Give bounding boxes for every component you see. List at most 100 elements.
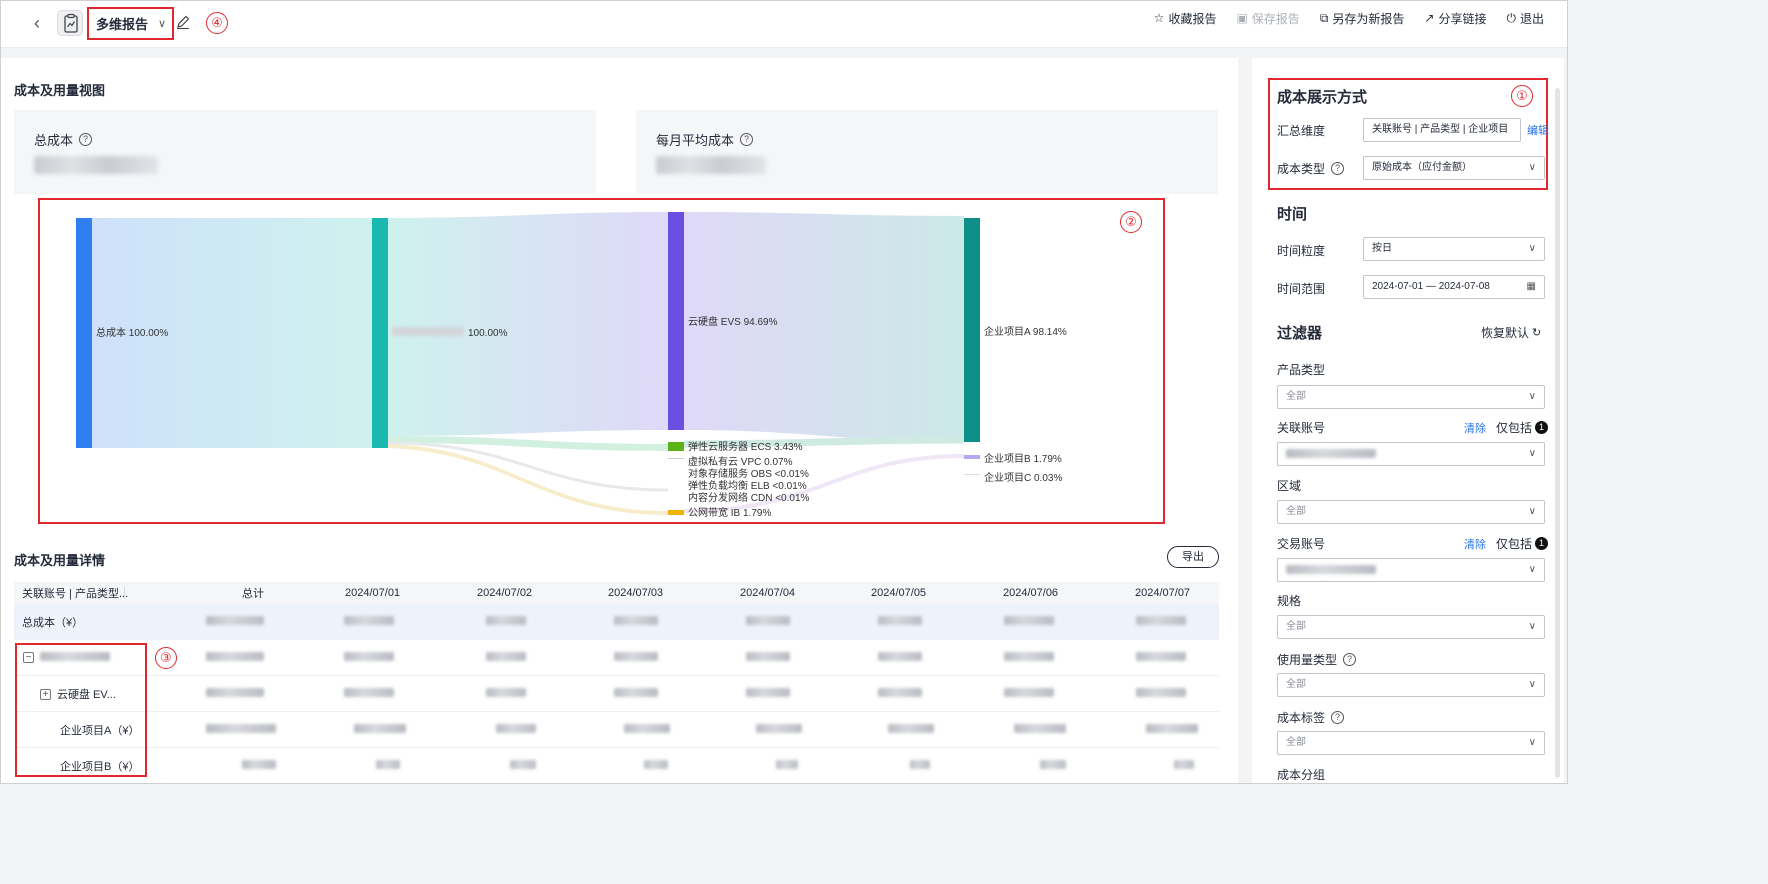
calendar-icon: ▦ — [1526, 281, 1536, 292]
sankey-node-ecs[interactable] — [668, 442, 684, 451]
region-select[interactable]: 全部 ∨ — [1277, 500, 1545, 524]
share-link-label: 分享链接 — [1438, 11, 1487, 26]
sankey-label-total: 总成本 100.00% — [96, 326, 168, 339]
sankey-label-vpc: 虚拟私有云 VPC 0.07% — [688, 455, 793, 468]
help-icon[interactable]: ? — [1331, 162, 1345, 175]
sankey-svg: 总成本 100.00% 100.00% 云硬盘 EVS 94.69% 弹性云服务… — [76, 212, 1067, 519]
table-header-day-7[interactable]: 2024/07/07 — [1135, 587, 1190, 599]
count-badge: 1 — [1535, 421, 1549, 434]
table-header-total[interactable]: 总计 — [242, 585, 264, 601]
callout-3: ③ — [155, 647, 177, 669]
sankey-node-evs[interactable] — [668, 212, 684, 430]
cost-display-title: 成本展示方式 — [1277, 89, 1368, 106]
redacted-value — [746, 615, 790, 628]
trade-account-only-include[interactable]: 仅包括 1 — [1496, 535, 1549, 552]
redacted-value — [1014, 723, 1066, 736]
exit-button[interactable]: ⏻ 退出 — [1506, 9, 1544, 27]
sankey-label-evs: 云硬盘 EVS 94.69% — [688, 315, 778, 328]
cost-type-label-wrap: 成本类型 ? — [1277, 160, 1345, 177]
help-icon[interactable]: ? — [1331, 711, 1345, 724]
spec-value: 全部 — [1286, 621, 1306, 632]
trade-account-select[interactable]: ∨ — [1277, 558, 1545, 582]
share-link-button[interactable]: ↗ 分享链接 — [1424, 9, 1486, 27]
count-badge: 1 — [1535, 537, 1549, 550]
sankey-node-vpc[interactable] — [668, 458, 684, 459]
save-icon: ▣ — [1236, 11, 1248, 25]
row-label-total-cost: 总成本（¥） — [22, 616, 84, 629]
sankey-node-projA[interactable] — [964, 218, 980, 442]
redacted-value — [344, 687, 394, 700]
redacted-value — [354, 723, 406, 736]
cost-type-value: 原始成本（应付金额） — [1372, 162, 1472, 173]
granularity-select[interactable]: 按日 ∨ — [1363, 237, 1545, 261]
product-type-label: 产品类型 — [1277, 363, 1326, 377]
linked-account-clear-link[interactable]: 清除 — [1464, 420, 1486, 436]
restore-default-button[interactable]: 恢复默认 ↻ — [1481, 324, 1541, 341]
linked-account-select[interactable]: ∨ — [1277, 442, 1545, 466]
chevron-down-icon: ∨ — [158, 18, 167, 30]
chevron-down-icon: ∨ — [1528, 506, 1536, 517]
redacted-value — [1136, 687, 1186, 700]
view-title: 成本及用量视图 — [14, 83, 106, 98]
favorite-report-button[interactable]: ☆ 收藏报告 — [1154, 9, 1217, 27]
linked-account-only-include[interactable]: 仅包括 1 — [1496, 419, 1549, 436]
table-header-day-4[interactable]: 2024/07/04 — [740, 587, 795, 599]
save-as-new-report-button[interactable]: ⧉ 另存为新报告 — [1320, 9, 1405, 27]
table-header-day-6[interactable]: 2024/07/06 — [1003, 587, 1058, 599]
help-icon[interactable]: ? — [740, 133, 754, 146]
kpi-monthly-avg-label: 每月平均成本 — [656, 133, 735, 148]
table-header-day-5[interactable]: 2024/07/05 — [871, 587, 926, 599]
redacted-value — [1004, 651, 1054, 664]
sankey-node-account[interactable] — [372, 218, 388, 448]
redacted-value — [376, 759, 400, 772]
detail-table: 关联账号 | 产品类型... 总计 2024/07/01 2024/07/02 … — [14, 582, 1219, 784]
trade-account-clear-link[interactable]: 清除 — [1464, 536, 1486, 552]
sankey-node-projB[interactable] — [964, 455, 980, 459]
export-button[interactable]: 导出 — [1167, 546, 1219, 568]
summary-dim-field[interactable]: 关联账号 | 产品类型 | 企业项目 — [1363, 118, 1521, 142]
time-range-picker[interactable]: 2024-07-01 — 2024-07-08 ▦ — [1363, 275, 1545, 299]
redacted-value — [242, 759, 276, 772]
chevron-down-icon: ∨ — [1528, 448, 1536, 459]
sankey-diagram: 总成本 100.00% 100.00% 云硬盘 EVS 94.69% 弹性云服务… — [38, 198, 1165, 524]
save-report-button[interactable]: ▣ 保存报告 — [1236, 9, 1299, 27]
report-title-dropdown[interactable]: 多维报告 ∨ — [87, 7, 174, 40]
summary-dim-label: 汇总维度 — [1277, 124, 1326, 138]
chevron-down-icon: ∨ — [1528, 679, 1536, 690]
table-header-day-1[interactable]: 2024/07/01 — [345, 587, 400, 599]
help-icon[interactable]: ? — [79, 133, 93, 146]
table-header-day-3[interactable]: 2024/07/03 — [608, 587, 663, 599]
only-include-label: 仅包括 — [1496, 421, 1533, 435]
table-row: + 云硬盘 EV... — [14, 676, 1219, 712]
cost-type-select[interactable]: 原始成本（应付金额） ∨ — [1363, 156, 1545, 180]
highlight-box-table-rows — [15, 643, 147, 777]
chevron-down-icon: ∨ — [1528, 391, 1536, 402]
linked-account-value-redacted — [1286, 448, 1376, 458]
product-type-value: 全部 — [1286, 391, 1306, 402]
back-chevron-icon[interactable]: ‹ — [28, 12, 46, 34]
redacted-value — [1004, 615, 1054, 628]
sankey-node-total[interactable] — [76, 218, 92, 448]
save-as-new-report-label: 另存为新报告 — [1332, 11, 1405, 26]
sankey-node-ib[interactable] — [668, 510, 684, 515]
redacted-value — [496, 723, 536, 736]
edit-pencil-icon[interactable] — [174, 13, 192, 31]
redacted-value — [746, 687, 790, 700]
edit-dimension-link[interactable]: 编辑 — [1527, 122, 1549, 138]
product-type-select[interactable]: 全部 ∨ — [1277, 385, 1545, 409]
spec-select[interactable]: 全部 ∨ — [1277, 615, 1545, 639]
help-icon[interactable]: ? — [1343, 653, 1357, 666]
settings-panel: 成本展示方式 ① 汇总维度 关联账号 | 产品类型 | 企业项目 编辑 成本类型… — [1252, 58, 1564, 784]
redacted-value — [1174, 759, 1194, 772]
panel-scrollbar[interactable] — [1555, 88, 1560, 778]
sankey-node-projC[interactable] — [964, 474, 980, 475]
cost-tag-select[interactable]: 全部 ∨ — [1277, 731, 1545, 755]
redacted-value — [878, 687, 922, 700]
table-header-day-2[interactable]: 2024/07/02 — [477, 587, 532, 599]
table-header-dimension[interactable]: 关联账号 | 产品类型... — [22, 585, 128, 601]
usage-type-select[interactable]: 全部 ∨ — [1277, 673, 1545, 697]
sankey-label-elb: 弹性负载均衡 ELB <0.01% — [688, 479, 807, 492]
redacted-value — [486, 687, 526, 700]
redacted-value — [1136, 615, 1186, 628]
cost-tag-label-wrap: 成本标签 ? — [1277, 709, 1345, 726]
